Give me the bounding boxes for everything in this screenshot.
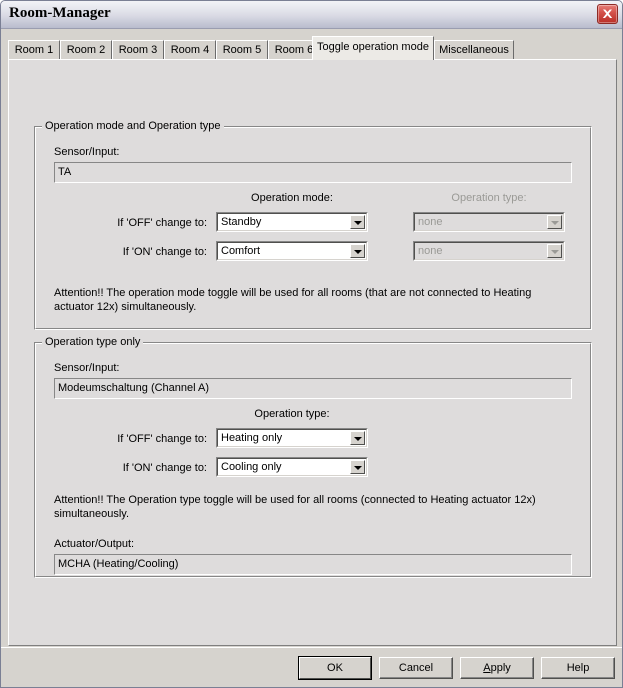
cancel-button[interactable]: Cancel	[379, 657, 453, 679]
apply-mnemonic-letter: A	[483, 662, 491, 674]
sensor-input-field[interactable]: TA	[54, 162, 572, 183]
tab-room-5[interactable]: Room 5	[216, 40, 268, 60]
actuator-output-field[interactable]: MCHA (Heating/Cooling)	[54, 554, 572, 575]
group-operation-mode-and-type: Operation mode and Operation type Sensor…	[34, 120, 592, 330]
window-title: Room-Manager	[9, 5, 111, 21]
combo-value: Comfort	[221, 245, 261, 257]
tab-label: Toggle operation mode	[317, 41, 429, 53]
operation-mode-attention-text: Attention!! The operation mode toggle wi…	[54, 287, 532, 313]
room-manager-window: Room-Manager Room 1 Room 2 Room 3 Room 4…	[0, 0, 623, 688]
if-off-change-to-label: If 'OFF' change to:	[117, 217, 207, 229]
tab-label: Room 6	[274, 44, 314, 56]
off-operation-type-combo: none	[413, 212, 565, 232]
sensor-input-label: Sensor/Input:	[54, 362, 120, 374]
tab-label: Room 1	[14, 44, 54, 56]
tab-page-toggle-operation-mode: Operation mode and Operation type Sensor…	[8, 59, 617, 646]
off-operation-mode-combo[interactable]: Standby	[216, 212, 368, 232]
group-title: Operation mode and Operation type	[42, 120, 224, 133]
combo-value: Cooling only	[221, 461, 282, 473]
chevron-down-icon	[547, 244, 562, 258]
on-operation-type-combo[interactable]: Cooling only	[216, 457, 368, 477]
help-button-label: Help	[566, 662, 590, 674]
dialog-button-bar: OK Cancel Apply Help	[1, 647, 622, 687]
operation-type-header: Operation type:	[254, 408, 330, 420]
tab-room-3[interactable]: Room 3	[112, 40, 164, 60]
window-titlebar: Room-Manager	[1, 1, 622, 29]
combo-value: Standby	[221, 216, 262, 228]
tab-label: Room 4	[170, 44, 210, 56]
cancel-button-label: Cancel	[398, 662, 434, 674]
combo-value: none	[418, 216, 443, 228]
group-title: Operation type only	[42, 336, 144, 349]
operation-mode-header: Operation mode:	[251, 192, 333, 204]
combo-value: none	[418, 245, 443, 257]
on-operation-type-combo: none	[413, 241, 565, 261]
tab-label: Room 3	[118, 44, 158, 56]
if-on-change-to-label: If 'ON' change to:	[122, 246, 207, 258]
tab-toggle-operation-mode[interactable]: Toggle operation mode	[312, 36, 434, 60]
apply-button-label: Apply	[483, 662, 511, 674]
off-operation-type-combo[interactable]: Heating only	[216, 428, 368, 448]
tab-miscellaneous[interactable]: Miscellaneous	[434, 40, 514, 60]
apply-label-rest: pply	[490, 662, 511, 674]
chevron-down-icon[interactable]	[350, 244, 365, 258]
tab-label: Miscellaneous	[439, 44, 509, 56]
combo-value: Heating only	[221, 432, 283, 444]
group-operation-type-only: Operation type only Sensor/Input: Modeum…	[34, 336, 592, 578]
actuator-output-label: Actuator/Output:	[54, 538, 135, 550]
close-icon[interactable]	[597, 4, 618, 24]
chevron-down-icon[interactable]	[350, 215, 365, 229]
tab-label: Room 5	[222, 44, 262, 56]
help-button[interactable]: Help	[541, 657, 615, 679]
chevron-down-icon	[547, 215, 562, 229]
chevron-down-icon[interactable]	[350, 431, 365, 445]
tab-strip: Room 1 Room 2 Room 3 Room 4 Room 5 Room …	[8, 36, 617, 60]
ok-button[interactable]: OK	[298, 656, 372, 680]
operation-type-header: Operation type:	[451, 192, 527, 204]
tab-label: Room 2	[66, 44, 106, 56]
sensor-input-field[interactable]: Modeumschaltung (Channel A)	[54, 378, 572, 399]
on-operation-mode-combo[interactable]: Comfort	[216, 241, 368, 261]
chevron-down-icon[interactable]	[350, 460, 365, 474]
if-off-change-to-label: If 'OFF' change to:	[117, 433, 207, 445]
if-on-change-to-label: If 'ON' change to:	[122, 462, 207, 474]
tab-room-2[interactable]: Room 2	[60, 40, 112, 60]
apply-button[interactable]: Apply	[460, 657, 534, 679]
sensor-input-label: Sensor/Input:	[54, 146, 120, 158]
operation-type-attention-text: Attention!! The Operation type toggle wi…	[54, 494, 536, 520]
ok-button-label: OK	[327, 662, 343, 674]
tab-room-4[interactable]: Room 4	[164, 40, 216, 60]
tab-room-1[interactable]: Room 1	[8, 40, 60, 60]
